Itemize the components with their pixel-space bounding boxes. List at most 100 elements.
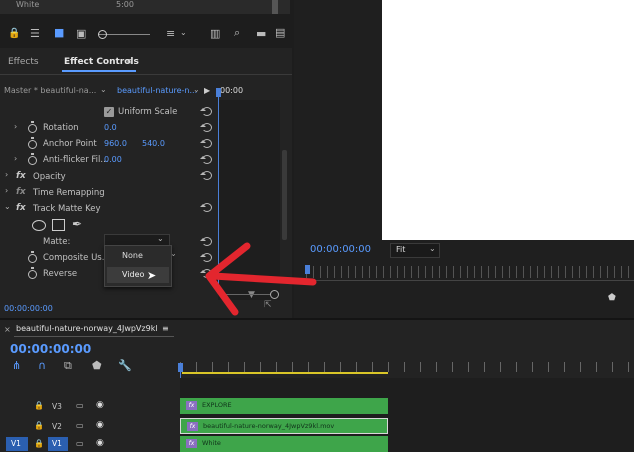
ellipse-mask-icon[interactable]	[32, 220, 46, 231]
wrench-icon[interactable]: 🔧	[118, 360, 132, 371]
ec-scrollbar[interactable]	[282, 150, 287, 240]
rectangle-mask-icon[interactable]	[52, 219, 65, 231]
zoom-select[interactable]: Fit ⌄	[390, 243, 440, 258]
ec-header: Master * beautiful-na... ⌄ beautiful-nat…	[0, 84, 292, 100]
opacity-row: › fx Opacity	[0, 168, 217, 184]
track-header-v2: 🔒 V2 ▭ ◉	[0, 418, 178, 434]
sequence-menu-icon[interactable]: ≡	[162, 324, 169, 333]
panel-menu-icon[interactable]: ≡	[126, 57, 134, 67]
chevron-down-icon[interactable]: ⌄	[193, 85, 200, 94]
rotation-label: Rotation	[43, 123, 79, 133]
add-marker-icon[interactable]: ⬟	[92, 360, 102, 371]
bin-item-name[interactable]: White	[16, 0, 39, 9]
timeline-ruler[interactable]	[180, 362, 634, 372]
uniform-scale-checkbox[interactable]: ✓	[104, 107, 114, 117]
reset-icon[interactable]	[200, 203, 212, 212]
chevron-down-icon[interactable]: ⌄	[4, 202, 11, 211]
lock-icon[interactable]: 🔒	[34, 401, 44, 410]
clip-selector[interactable]: beautiful-nature-n...	[117, 86, 197, 95]
nest-icon[interactable]: ⋔	[12, 360, 21, 371]
eye-icon[interactable]: ◉	[96, 420, 104, 430]
rotation-value[interactable]: 0.0	[104, 123, 117, 132]
sequence-timecode[interactable]: 00:00:00:00	[10, 342, 91, 356]
reset-icon[interactable]	[200, 123, 212, 132]
close-icon[interactable]: ×	[4, 325, 11, 334]
automate-icon[interactable]: ▥	[210, 28, 220, 39]
eye-icon[interactable]: ◉	[96, 438, 104, 448]
tab-effects[interactable]: Effects	[8, 57, 39, 67]
chevron-right-icon[interactable]: ›	[5, 186, 8, 195]
track-label[interactable]: V3	[52, 402, 62, 411]
clip-white[interactable]: fx White	[180, 436, 388, 452]
ec-playhead[interactable]	[216, 88, 221, 97]
sync-lock-icon[interactable]: ▭	[76, 439, 84, 448]
play-icon[interactable]: ▶	[204, 86, 210, 95]
fx-badge-icon: fx	[186, 401, 197, 410]
mouse-cursor-icon: ➤	[147, 269, 157, 282]
reset-icon[interactable]	[200, 155, 212, 164]
dropdown-option-none[interactable]: None	[105, 248, 171, 264]
zoom-slider-handle[interactable]	[98, 30, 107, 39]
reset-icon[interactable]	[200, 139, 212, 148]
program-video-frame	[382, 0, 634, 240]
sequence-tab[interactable]: beautiful-nature-norway_4JwpVz9kl	[16, 324, 158, 333]
chevron-down-icon: ⌄	[157, 234, 164, 243]
timeline-playhead[interactable]	[178, 363, 183, 372]
fx-badge-icon: fx	[186, 439, 197, 448]
annotation-arrow	[205, 242, 317, 316]
lock-icon[interactable]: 🔒	[34, 439, 44, 448]
stopwatch-icon[interactable]	[28, 251, 37, 263]
anti-flicker-value[interactable]: 0.00	[104, 155, 122, 164]
chevron-down-icon[interactable]: ⌄	[100, 85, 107, 94]
project-toolbar: 🔒 ☰ ■ ▣ ≡ ⌄ ▥ ⌕ ▬ ▤	[0, 24, 292, 44]
time-remapping-row: › fx Time Remapping	[0, 184, 217, 200]
anchor-y-value[interactable]: 540.0	[142, 139, 165, 148]
program-time-ruler[interactable]	[306, 266, 634, 278]
reset-icon[interactable]	[200, 171, 212, 180]
stopwatch-icon[interactable]	[28, 153, 37, 165]
reset-icon[interactable]	[200, 107, 212, 116]
ec-footer-timecode[interactable]: 00:00:00:00	[4, 304, 53, 313]
chevron-down-icon: ⌄	[429, 244, 436, 253]
linked-selection-icon[interactable]: ⧉	[64, 360, 72, 371]
sync-lock-icon[interactable]: ▭	[76, 401, 84, 410]
track-target-v1[interactable]: V1	[48, 437, 68, 451]
snap-icon[interactable]: ∩	[38, 360, 46, 371]
fx-icon[interactable]: fx	[16, 171, 26, 181]
sync-lock-icon[interactable]: ▭	[76, 421, 84, 430]
anchor-point-label: Anchor Point	[43, 139, 97, 149]
list-view-icon[interactable]: ☰	[30, 28, 40, 39]
eye-icon[interactable]: ◉	[96, 400, 104, 410]
new-item-icon[interactable]: ▤	[275, 27, 285, 38]
clip-label: White	[202, 439, 221, 447]
lock-icon[interactable]: 🔒	[34, 421, 44, 430]
chevron-right-icon[interactable]: ›	[5, 170, 8, 179]
clip-explore[interactable]: fx EXPLORE	[180, 398, 388, 414]
source-patch-v1[interactable]: V1	[6, 437, 28, 451]
matte-dropdown-menu: None Video ➤	[104, 245, 172, 287]
clip-video[interactable]: fx beautiful-nature-norway_4JwpVz9kl.mov	[180, 418, 388, 434]
lock-icon[interactable]: 🔒	[8, 29, 20, 39]
track-label[interactable]: V2	[52, 422, 62, 431]
stopwatch-icon[interactable]	[28, 267, 37, 279]
marker-icon[interactable]: ⬟	[608, 293, 616, 303]
dropdown-option-label: Video	[122, 270, 145, 279]
chevron-right-icon[interactable]: ›	[14, 122, 17, 131]
stopwatch-icon[interactable]	[28, 121, 37, 133]
search-icon[interactable]: ⌕	[234, 27, 240, 38]
master-clip-label[interactable]: Master * beautiful-na...	[4, 86, 96, 95]
new-bin-icon[interactable]: ▬	[256, 28, 266, 39]
sort-icon[interactable]: ≡	[166, 28, 175, 39]
dropdown-option-video[interactable]: Video ➤	[107, 267, 169, 283]
freeform-view-icon[interactable]: ▣	[76, 28, 86, 39]
chevron-right-icon[interactable]: ›	[14, 154, 17, 163]
chevron-down-icon[interactable]: ⌄	[180, 29, 187, 37]
pen-mask-icon[interactable]: ✒	[72, 217, 82, 231]
bin-scrollbar[interactable]	[272, 0, 278, 14]
clip-label: beautiful-nature-norway_4JwpVz9kl.mov	[203, 422, 335, 430]
icon-view-icon[interactable]: ■	[54, 27, 64, 38]
active-tab-underline	[62, 70, 136, 72]
stopwatch-icon[interactable]	[28, 137, 37, 149]
anchor-x-value[interactable]: 960.0	[104, 139, 127, 148]
fx-icon[interactable]: fx	[16, 203, 26, 213]
